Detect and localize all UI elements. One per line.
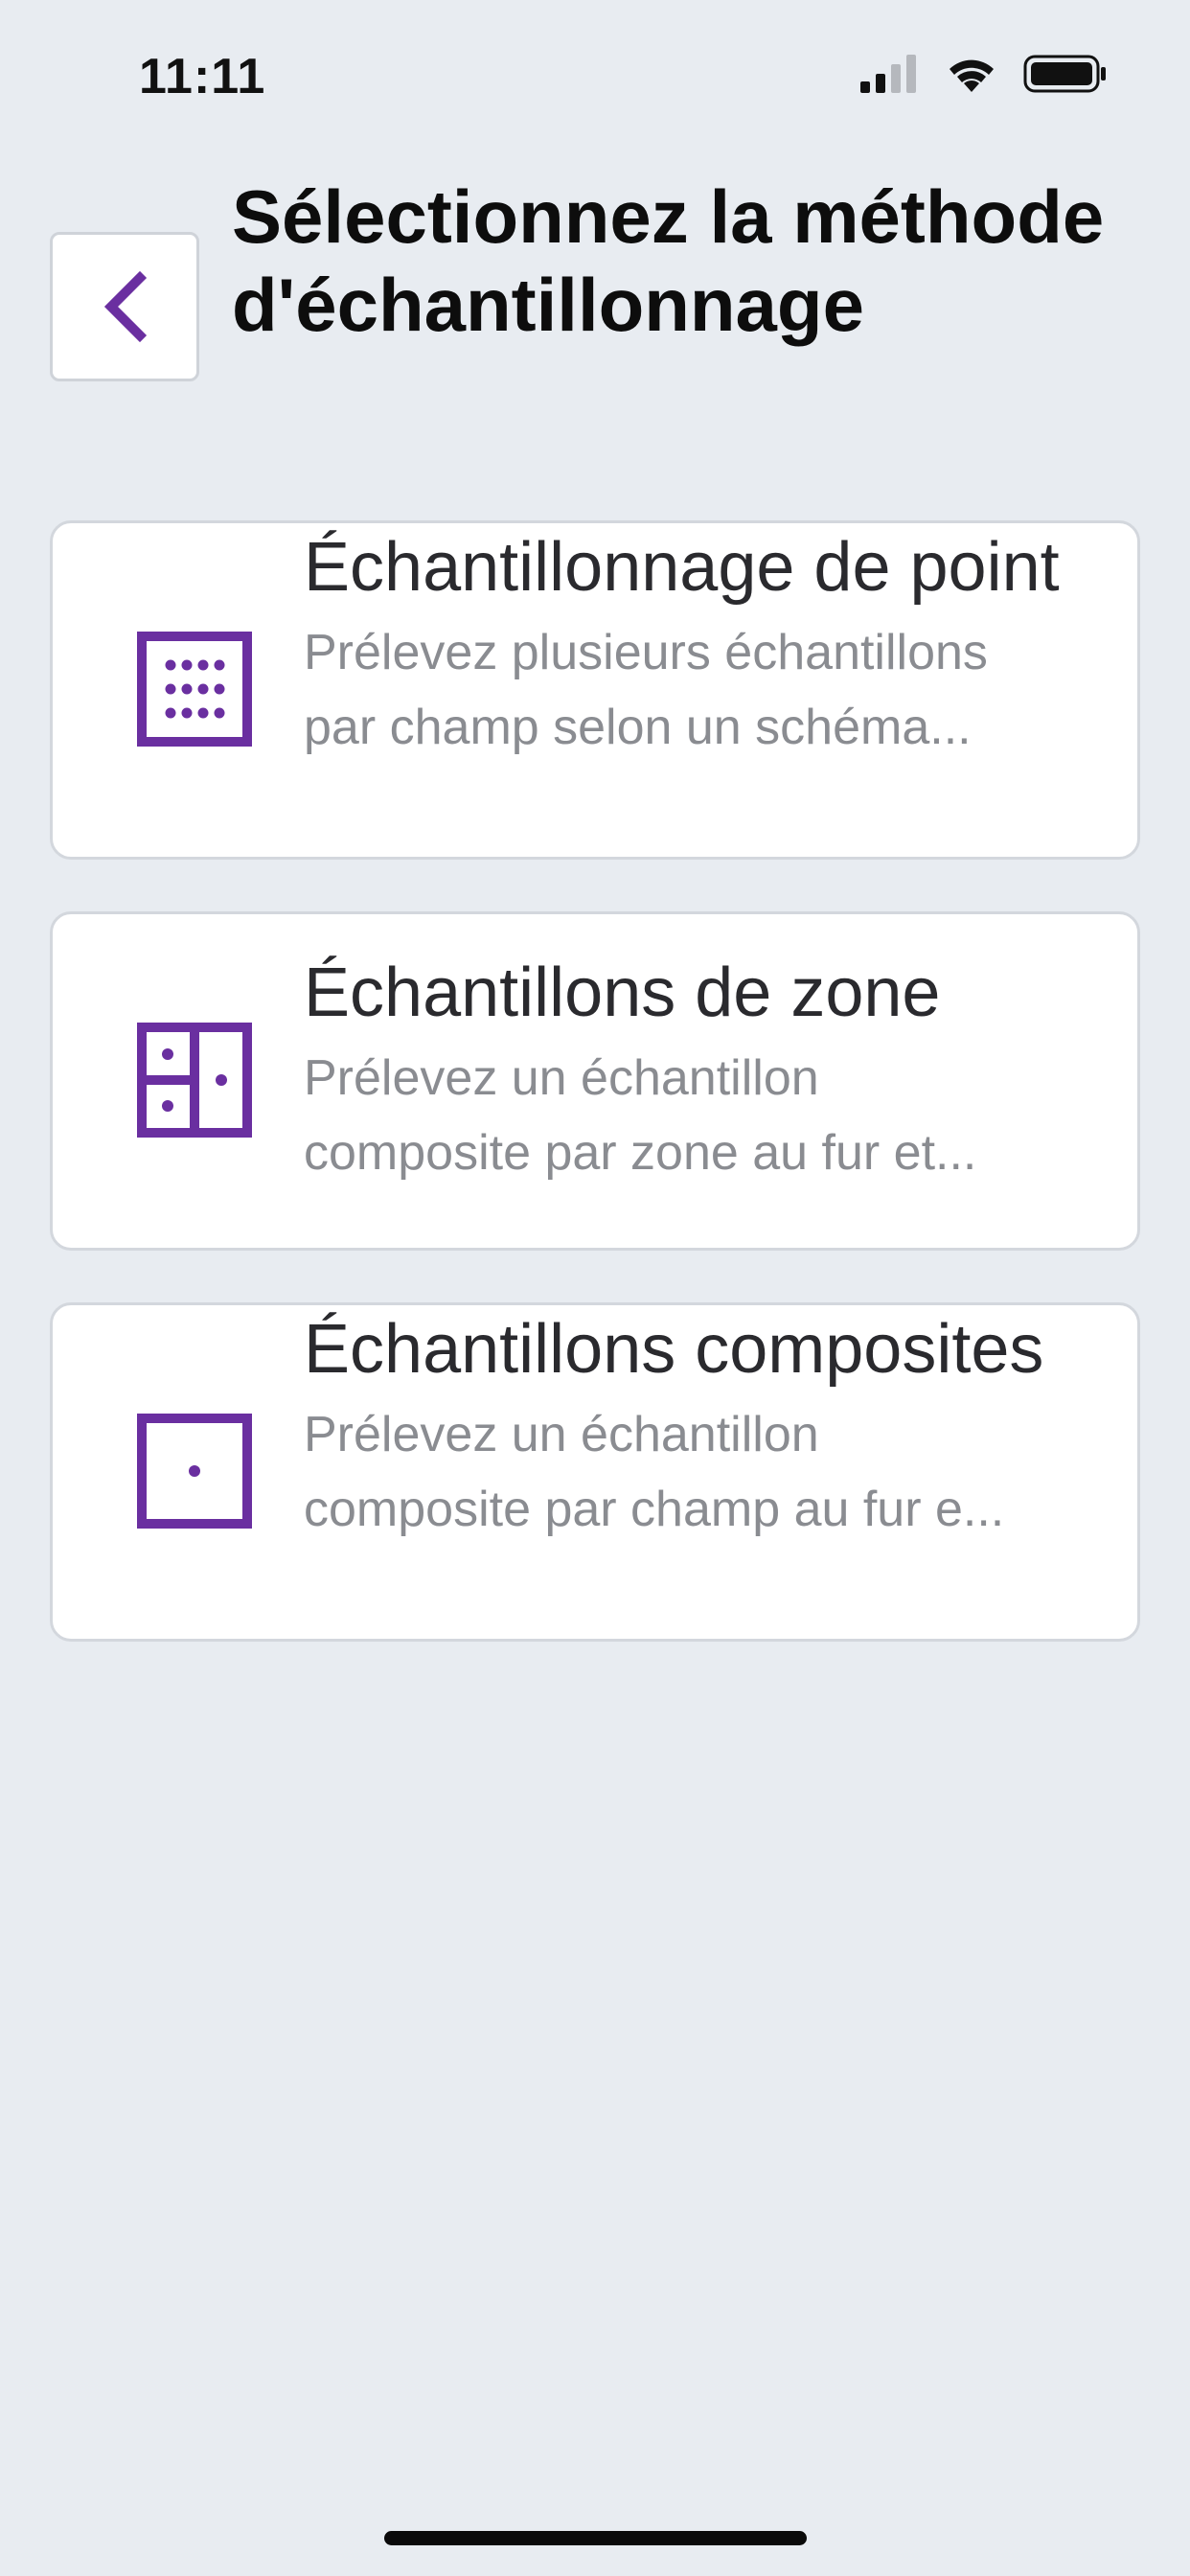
method-description-line: Prélevez un échantillon <box>304 1407 819 1462</box>
method-description-line: Prélevez un échantillon <box>304 1050 819 1106</box>
method-card-composite-samples[interactable]: Échantillons composites Prélevez un écha… <box>50 1302 1140 1642</box>
method-title: Échantillons composites <box>304 1311 1044 1388</box>
method-description-line: composite par champ au fur e... <box>304 1482 1005 1537</box>
wifi-icon <box>950 59 994 92</box>
back-button[interactable] <box>50 232 199 381</box>
status-bar: 11:11 <box>0 0 1190 153</box>
single-point-icon <box>137 1414 252 1529</box>
chevron-left-icon <box>103 270 148 343</box>
method-title: Échantillonnage de point <box>304 529 1060 606</box>
method-text: Échantillonnage de point Prélevez plusie… <box>304 523 1080 765</box>
method-text: Échantillons de zone Prélevez un échanti… <box>304 949 1080 1190</box>
header: Sélectionnez la méthode d'échantillonnag… <box>0 163 1190 450</box>
method-title: Échantillons de zone <box>304 954 941 1031</box>
battery-icon <box>1023 55 1106 93</box>
status-icons <box>860 54 1108 94</box>
page-title: Sélectionnez la méthode d'échantillonnag… <box>232 174 1105 347</box>
method-text: Échantillons composites Prélevez un écha… <box>304 1305 1080 1547</box>
method-card-zone-samples[interactable]: Échantillons de zone Prélevez un échanti… <box>50 911 1140 1251</box>
sampling-method-list: Échantillonnage de point Prélevez plusie… <box>50 520 1140 1693</box>
cellular-signal-icon <box>860 55 916 93</box>
method-description-line: par champ selon un schéma... <box>304 700 972 755</box>
method-card-point-sampling[interactable]: Échantillonnage de point Prélevez plusie… <box>50 520 1140 860</box>
point-grid-icon <box>137 632 252 747</box>
status-time: 11:11 <box>139 49 266 104</box>
home-indicator <box>384 2531 807 2545</box>
zone-grid-icon <box>137 1023 252 1138</box>
method-description-line: Prélevez plusieurs échantillons <box>304 625 988 680</box>
method-description-line: composite par zone au fur et... <box>304 1125 977 1181</box>
